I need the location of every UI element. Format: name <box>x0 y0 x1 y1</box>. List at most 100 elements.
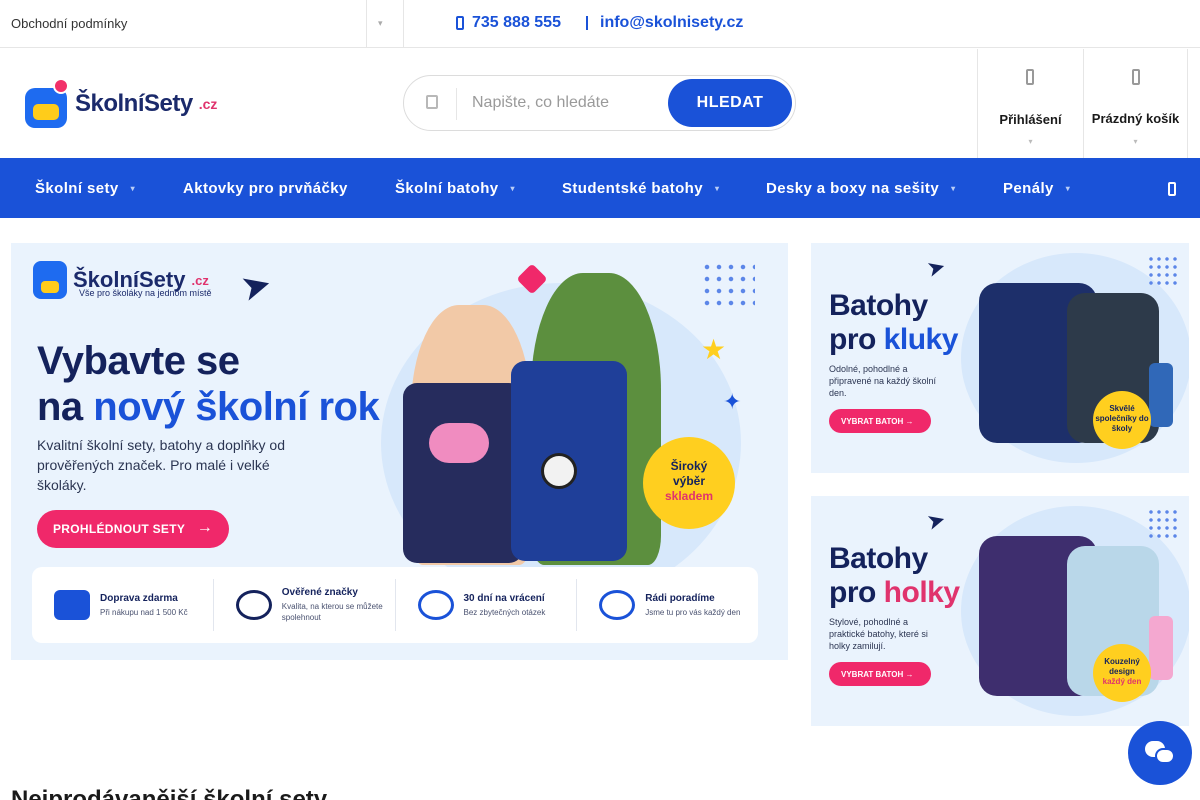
user-icon <box>1026 69 1034 85</box>
banner-logo-tld: .cz <box>191 272 209 288</box>
sparkle-icon: ✦ <box>723 389 742 414</box>
bottle-image <box>1149 616 1173 680</box>
badge-line: Široký <box>670 459 708 473</box>
features-strip: Doprava zdarma Při nákupu nad 1 500 Kč Ov… <box>32 567 758 643</box>
banner-description: Stylové, pohodlné a praktické batohy, kt… <box>829 617 928 651</box>
hero-title-line2: na nový školní rok <box>37 385 380 430</box>
login-label: Přihlášení <box>999 112 1062 127</box>
feature-title: Doprava zdarma <box>100 592 178 604</box>
girls-backpacks-banner[interactable]: ➤ Batohy pro holky Stylové, pohodlné a p… <box>811 496 1189 726</box>
logo-tld: .cz <box>198 96 218 112</box>
chevron-down-icon: ▾ <box>1065 184 1071 193</box>
cart-label: Prázdný košík <box>1091 111 1180 126</box>
feature-title: Rádi poradíme <box>645 592 715 604</box>
arrow-right-icon: → <box>196 519 213 536</box>
login-button[interactable]: Přihlášení ▾ <box>977 49 1083 158</box>
banner-title-line1: Batohy <box>829 289 928 322</box>
return-30-icon <box>417 590 454 620</box>
boy-backpack-image <box>511 361 627 561</box>
feature-subtitle: Kvalita, na kterou se můžete spolehnout <box>281 602 383 622</box>
feature-title: 30 dní na vrácení <box>463 592 545 604</box>
choose-backpack-button[interactable]: VYBRAT BATOH → <box>829 662 931 686</box>
email-link[interactable]: info@skolnisety.cz <box>586 14 743 32</box>
feature-verified-brands: Ověřené značky Kvalita, na kterou se může… <box>214 579 396 631</box>
badge-line: Kouzelný design <box>1104 657 1140 676</box>
nav-item-label: Desky a boxy na sešity <box>766 180 940 197</box>
site-header: ŠkolníSety .cz HLEDAT Přihlášení ▾ Prázd… <box>0 49 1200 158</box>
banner-logo-tagline: Vše pro školáky na jednom místě <box>79 288 212 298</box>
nav-item-skolni-sety[interactable]: Školní sety ▾ <box>35 180 135 197</box>
girl-backpack-image <box>403 383 523 563</box>
cart-button[interactable]: Prázdný košík ▾ <box>1083 49 1188 158</box>
chevron-down-icon: ▾ <box>1133 137 1138 146</box>
feature-title: Ověřené značky <box>281 587 358 598</box>
backpack-logo-icon <box>23 78 69 130</box>
logo-name: ŠkolníSety <box>75 90 193 117</box>
banner-title-pre: pro <box>829 576 884 609</box>
feature-30-day-return: 30 dní na vrácení Bez zbytečných otázek <box>396 579 578 631</box>
top-bar: Obchodní podmínky ▾ 735 888 555 info@sko… <box>0 0 1200 48</box>
nav-item-label: Školní batohy <box>395 180 499 197</box>
nav-item-desky-boxy[interactable]: Desky a boxy na sešity ▾ <box>766 180 955 197</box>
hero-title-line1: Vybavte se <box>37 339 240 383</box>
nav-item-skolni-batohy[interactable]: Školní batohy ▾ <box>395 180 515 197</box>
section-title: Nejprodávanější školní sety <box>11 786 328 800</box>
paper-plane-icon: ➤ <box>923 253 949 282</box>
nav-item-label: Penály <box>1003 180 1054 197</box>
banner-title-accent: kluky <box>883 323 959 356</box>
banner-badge: Kouzelný design každý den <box>1093 644 1151 702</box>
banner-title-line2: pro kluky <box>829 323 958 357</box>
nav-item-label: Studentské batohy <box>562 180 703 197</box>
nav-item-penaly[interactable]: Penály ▾ <box>1003 180 1070 197</box>
nav-item-label: Aktovky pro prvňáčky <box>183 180 348 197</box>
phone-link[interactable]: 735 888 555 <box>456 14 561 32</box>
nav-item-aktovky[interactable]: Aktovky pro prvňáčky <box>183 180 348 197</box>
browse-sets-button[interactable]: PROHLÉDNOUT SETY → <box>37 510 229 548</box>
search-input[interactable] <box>472 90 662 116</box>
nav-item-studentske-batohy[interactable]: Studentské batohy ▾ <box>562 180 719 197</box>
hero-title-pre: na <box>37 385 94 429</box>
dot-pattern <box>701 261 755 309</box>
banner-description: Odolné, pohodlné a připravené na každý š… <box>829 364 937 398</box>
banner-title-line1: Batohy <box>829 542 928 575</box>
hero-description: Kvalitní školní sety, batohy a doplňky o… <box>37 437 285 493</box>
bottle-image <box>1149 363 1173 427</box>
phone-number: 735 888 555 <box>472 14 561 31</box>
chevron-down-icon: ▾ <box>510 184 515 193</box>
hero-title-accent: nový školní rok <box>93 385 380 429</box>
feature-subtitle: Při nákupu nad 1 500 Kč <box>100 607 188 617</box>
headset-icon <box>599 590 636 620</box>
stock-badge: Široký výběr skladem <box>643 437 735 529</box>
feature-subtitle: Jsme tu pro vás každý den <box>645 607 741 617</box>
paper-plane-icon: ➤ <box>236 261 276 310</box>
paper-plane-icon: ➤ <box>923 506 949 535</box>
search-bar: HLEDAT <box>403 75 796 131</box>
banner-title-line2: pro holky <box>829 576 960 610</box>
dot-pattern <box>1147 508 1177 538</box>
feature-subtitle: Bez zbytečných otázek <box>463 607 546 617</box>
search-icon[interactable] <box>1168 182 1176 196</box>
divider <box>456 88 457 120</box>
hero-banner[interactable]: ŠkolníSety .cz Vše pro školáky na jednom … <box>11 243 788 660</box>
phone-icon <box>456 16 464 30</box>
banner-title-pre: pro <box>829 323 884 356</box>
chat-button[interactable] <box>1128 721 1192 785</box>
chevron-down-icon: ▾ <box>130 184 136 193</box>
dot-pattern <box>1147 255 1177 285</box>
chevron-down-icon[interactable]: ▾ <box>378 18 383 29</box>
backpack-logo-icon <box>33 261 67 299</box>
divider <box>366 0 367 48</box>
choose-backpack-button[interactable]: VYBRAT BATOH → <box>829 409 931 433</box>
site-logo[interactable]: ŠkolníSety .cz <box>11 54 219 154</box>
search-icon <box>426 95 438 109</box>
chevron-down-icon: ▾ <box>951 184 956 193</box>
search-button[interactable]: HLEDAT <box>668 79 792 127</box>
badge-line: výběr <box>672 474 706 488</box>
chat-bubble-icon <box>1155 748 1175 764</box>
banner-badge: Skvělé společníky do školy <box>1093 391 1151 449</box>
badge-line: každý den <box>1102 677 1142 686</box>
terms-link[interactable]: Obchodní podmínky <box>11 16 127 31</box>
chevron-down-icon: ▾ <box>1028 137 1033 146</box>
feature-free-shipping: Doprava zdarma Při nákupu nad 1 500 Kč <box>32 579 214 631</box>
boys-backpacks-banner[interactable]: ➤ Batohy pro kluky Odolné, pohodlné a př… <box>811 243 1189 473</box>
